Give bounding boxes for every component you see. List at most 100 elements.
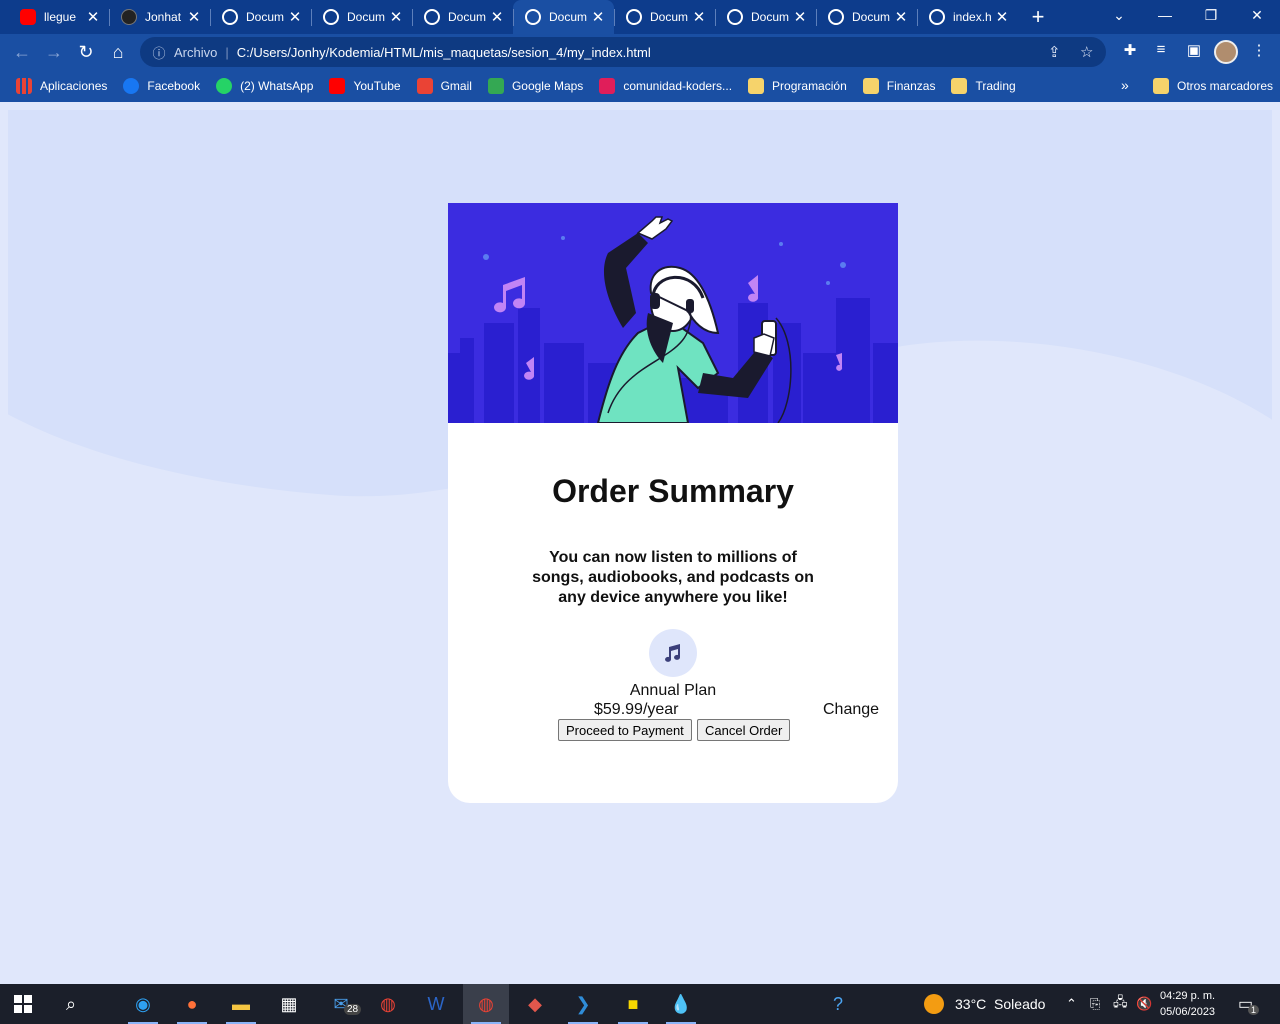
close-tab-icon[interactable]: ✕ bbox=[388, 8, 404, 26]
close-tab-icon[interactable]: ✕ bbox=[893, 8, 909, 26]
network-icon[interactable]: 🖧 bbox=[1113, 984, 1128, 1024]
folder-icon bbox=[1153, 78, 1169, 94]
profile-avatar[interactable] bbox=[1214, 40, 1238, 64]
share-icon[interactable]: ⇪ bbox=[1048, 43, 1061, 61]
tray-chevron-icon[interactable]: ⌃ bbox=[1066, 984, 1077, 1024]
back-icon[interactable]: ← bbox=[6, 36, 38, 68]
tab-title: index.h bbox=[953, 10, 992, 24]
bookmarks-bar: Aplicaciones Facebook (2) WhatsApp YouTube G… bbox=[0, 70, 1280, 102]
bookmark-item[interactable]: Gmail bbox=[416, 78, 472, 94]
bookmark-item[interactable]: YouTube bbox=[329, 78, 401, 94]
minimize-icon[interactable]: — bbox=[1142, 0, 1188, 30]
close-tab-icon[interactable]: ✕ bbox=[691, 8, 707, 26]
address-bar[interactable]: ⓘ Archivo | C:/Users/Jonhy/Kodemia/HTML/… bbox=[140, 37, 1106, 67]
close-tab-icon[interactable]: ✕ bbox=[792, 8, 808, 26]
folder-icon bbox=[951, 78, 968, 94]
forward-icon[interactable]: → bbox=[38, 36, 70, 68]
dancing-person-illustration bbox=[448, 203, 898, 424]
new-tab-button[interactable]: + bbox=[1018, 0, 1058, 34]
edge-icon[interactable]: ◉ bbox=[120, 984, 166, 1024]
restore-icon[interactable]: ❐ bbox=[1188, 0, 1234, 30]
url-text[interactable]: C:/Users/Jonhy/Kodemia/HTML/mis_maquetas… bbox=[237, 45, 651, 60]
proceed-to-payment-button[interactable]: Proceed to Payment bbox=[558, 719, 692, 741]
bookmark-item[interactable]: (2) WhatsApp bbox=[216, 78, 313, 94]
mail-badge: 28 bbox=[344, 1004, 362, 1015]
bookmarks-list: Aplicaciones Facebook (2) WhatsApp YouTube G… bbox=[16, 78, 1032, 94]
bookmark-item[interactable]: Facebook bbox=[123, 78, 200, 94]
firefox-icon[interactable]: ● bbox=[169, 984, 215, 1024]
sticky-notes-icon[interactable]: ■ bbox=[610, 984, 656, 1024]
tab-title: Jonhat bbox=[145, 10, 182, 24]
bookmark-label: (2) WhatsApp bbox=[240, 79, 314, 93]
info-icon[interactable]: ⓘ bbox=[150, 43, 168, 62]
globe-icon bbox=[222, 9, 238, 25]
browser-tab[interactable]: Docum ✕ bbox=[311, 0, 412, 34]
tab-strip: llegue ✕ Jonhat ✕ Docum ✕ Docum ✕ Docum ✕ Docum ✕ Do… bbox=[0, 0, 1280, 34]
tab-title: Docum bbox=[549, 10, 588, 24]
browser-tab[interactable]: Docum ✕ bbox=[816, 0, 917, 34]
bookmark-label: Aplicaciones bbox=[40, 79, 108, 93]
git-icon[interactable]: ◆ bbox=[512, 984, 558, 1024]
close-window-icon[interactable]: ✕ bbox=[1234, 0, 1280, 30]
bookmark-label: Finanzas bbox=[886, 79, 936, 93]
bookmarks-overflow-icon[interactable]: » bbox=[1121, 77, 1129, 93]
browser-tab[interactable]: Docum ✕ bbox=[412, 0, 513, 34]
browser-tab[interactable]: Docum ✕ bbox=[614, 0, 715, 34]
bookmark-item[interactable]: Programación bbox=[748, 78, 847, 94]
bookmark-label: Gmail bbox=[440, 79, 472, 93]
browser-tab[interactable]: llegue ✕ bbox=[8, 0, 109, 34]
paint-drop-icon[interactable]: 💧 bbox=[658, 984, 704, 1024]
tab-title: Docum bbox=[448, 10, 487, 24]
bookmark-item[interactable]: Google Maps bbox=[487, 78, 583, 94]
home-icon[interactable]: ⌂ bbox=[102, 36, 134, 68]
change-plan-link[interactable]: Change bbox=[823, 701, 879, 719]
extensions-icon[interactable]: ✚ bbox=[1118, 41, 1142, 59]
bookmark-item[interactable]: Finanzas bbox=[862, 78, 936, 94]
notifications-icon[interactable]: ▭ 1 bbox=[1238, 984, 1260, 1024]
close-tab-icon[interactable]: ✕ bbox=[590, 8, 606, 26]
clock-time: 04:29 p. m. bbox=[1160, 990, 1216, 1002]
meet-icon[interactable]: ⎘ bbox=[1090, 984, 1100, 1024]
chrome-icon[interactable]: ◍ bbox=[365, 984, 411, 1024]
menu-icon[interactable]: ⋮ bbox=[1247, 41, 1271, 59]
weather-widget[interactable]: 33°C Soleado bbox=[924, 984, 1045, 1024]
tab-search-icon[interactable]: ⌄ bbox=[1096, 0, 1142, 30]
browser-tab[interactable]: index.h ✕ bbox=[917, 0, 1018, 34]
clock-date: 05/06/2023 bbox=[1160, 1006, 1216, 1018]
help-icon[interactable]: ? bbox=[815, 984, 861, 1024]
chrome-profile-icon[interactable]: ◍ bbox=[463, 984, 509, 1024]
bookmark-item[interactable]: comunidad-koders... bbox=[599, 78, 732, 94]
tab-title: llegue bbox=[44, 10, 77, 24]
word-icon[interactable]: W bbox=[413, 984, 459, 1024]
browser-tab[interactable]: Docum ✕ bbox=[210, 0, 311, 34]
windows-start-icon[interactable] bbox=[0, 984, 46, 1024]
side-panel-icon[interactable]: ▣ bbox=[1182, 41, 1206, 59]
close-tab-icon[interactable]: ✕ bbox=[186, 8, 202, 26]
reload-icon[interactable]: ↻ bbox=[70, 36, 102, 68]
volume-muted-icon[interactable]: 🔇 bbox=[1136, 984, 1152, 1024]
bookmark-star-icon[interactable]: ☆ bbox=[1080, 43, 1093, 61]
close-tab-icon[interactable]: ✕ bbox=[85, 8, 101, 26]
browser-tab[interactable]: Docum ✕ bbox=[513, 0, 614, 34]
bookmark-label: Facebook bbox=[147, 79, 201, 93]
bookmark-item[interactable]: Trading bbox=[951, 78, 1016, 94]
close-tab-icon[interactable]: ✕ bbox=[287, 8, 303, 26]
globe-icon bbox=[525, 9, 541, 25]
mail-icon[interactable]: ✉ 28 bbox=[318, 984, 364, 1024]
sun-icon bbox=[924, 994, 944, 1014]
store-icon[interactable]: ▦ bbox=[266, 984, 312, 1024]
browser-tab[interactable]: Jonhat ✕ bbox=[109, 0, 210, 34]
clock[interactable]: 04:29 p. m. 05/06/2023 bbox=[1160, 984, 1215, 1024]
bookmark-item[interactable]: Aplicaciones bbox=[16, 78, 107, 94]
close-tab-icon[interactable]: ✕ bbox=[994, 8, 1010, 26]
file-explorer-icon[interactable]: ▬ bbox=[218, 984, 264, 1024]
close-tab-icon[interactable]: ✕ bbox=[489, 8, 505, 26]
vscode-icon[interactable]: ❯ bbox=[560, 984, 606, 1024]
browser-tab[interactable]: Docum ✕ bbox=[715, 0, 816, 34]
other-bookmarks[interactable]: Otros marcadores bbox=[1153, 78, 1273, 94]
search-icon[interactable]: ⌕ bbox=[48, 984, 94, 1024]
cancel-order-button[interactable]: Cancel Order bbox=[697, 719, 791, 741]
tab-list: llegue ✕ Jonhat ✕ Docum ✕ Docum ✕ Docum ✕ Docum ✕ Do… bbox=[8, 0, 1018, 34]
tab-title: Docum bbox=[751, 10, 790, 24]
media-icon[interactable]: ≡ bbox=[1149, 41, 1173, 58]
